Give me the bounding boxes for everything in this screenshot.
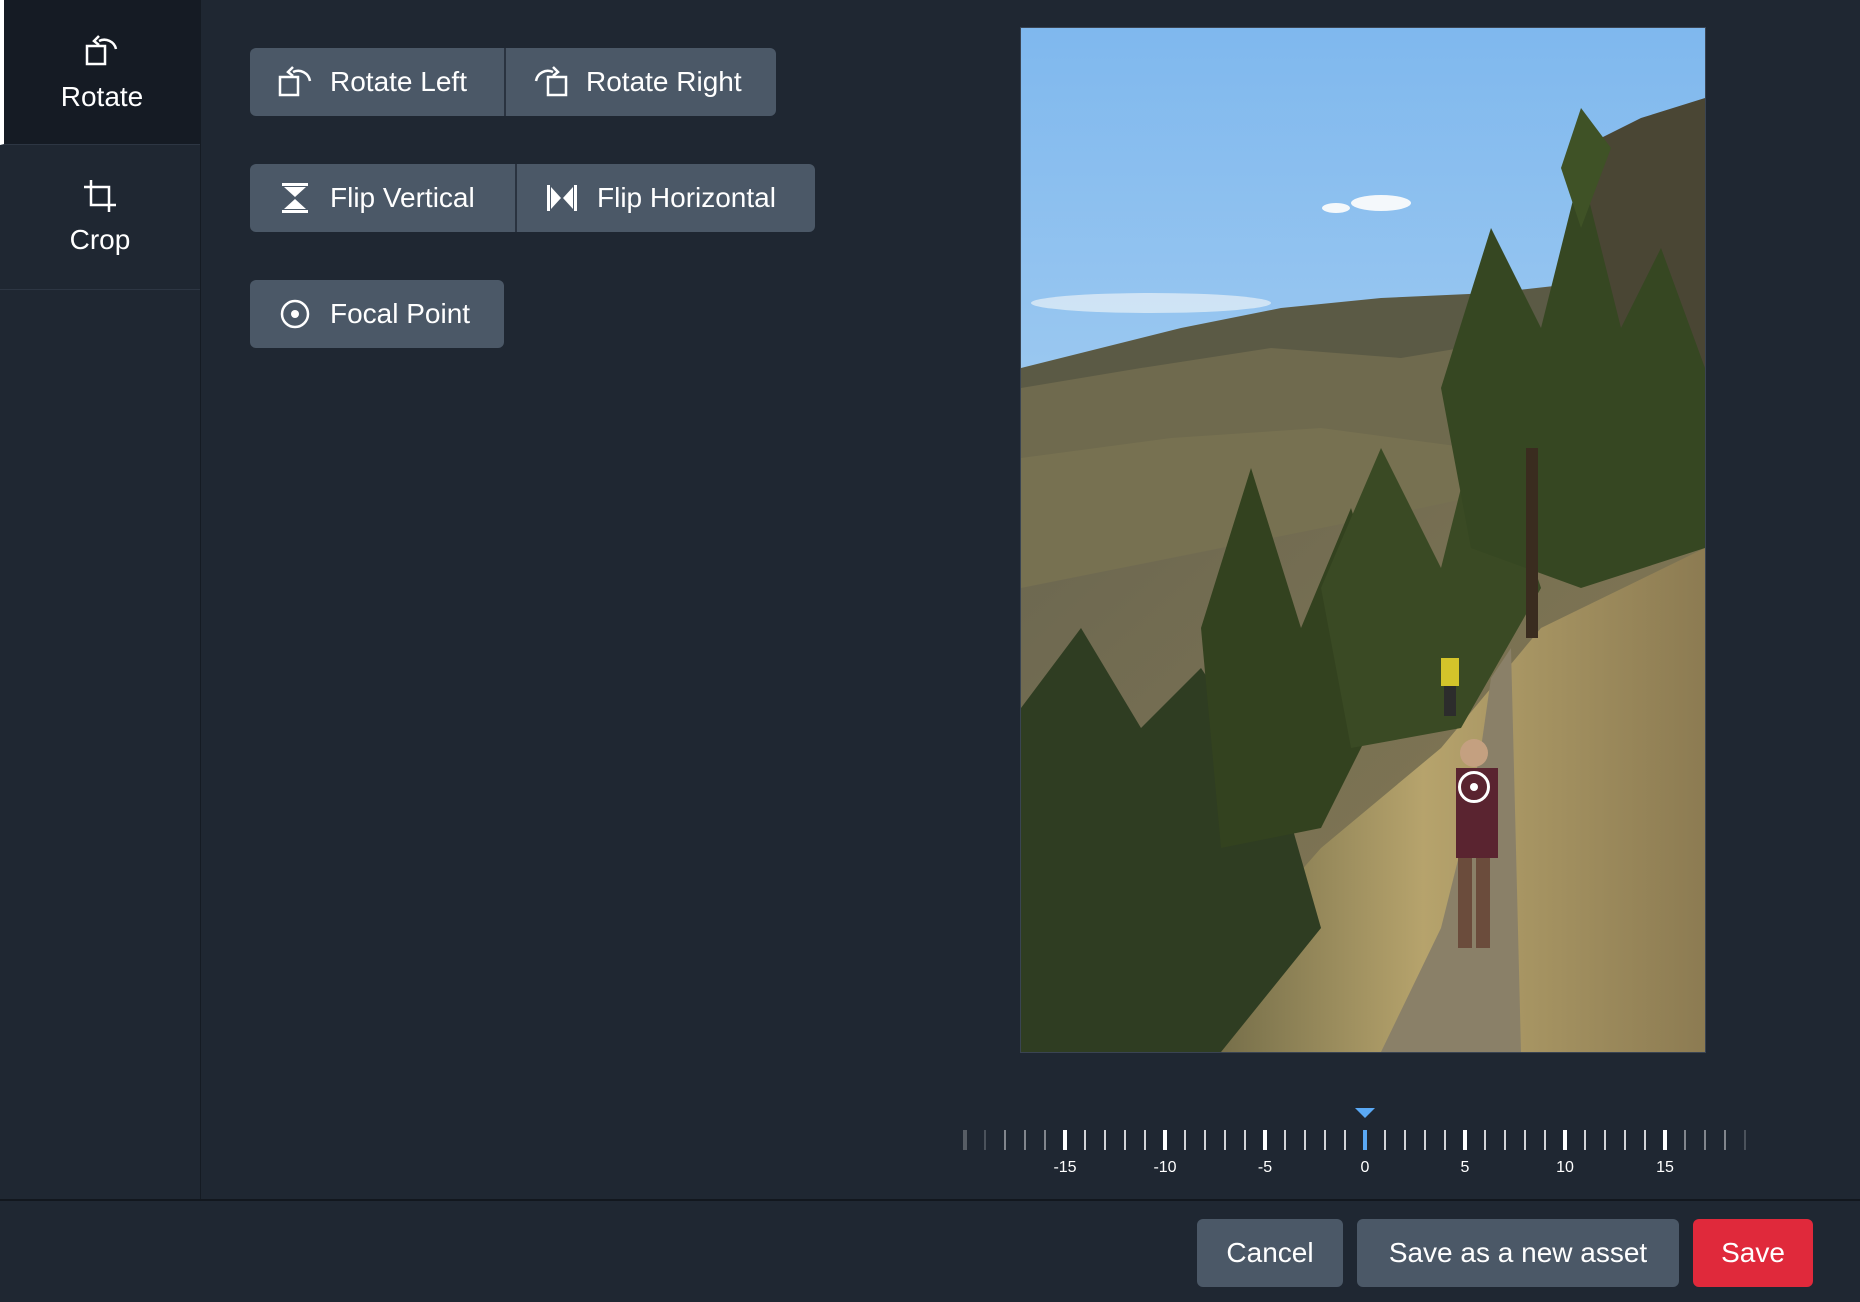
ruler-tick xyxy=(1024,1130,1026,1150)
rotate-right-button[interactable]: Rotate Right xyxy=(504,48,776,116)
ruler-tick xyxy=(1044,1130,1046,1150)
ruler-tick xyxy=(1684,1130,1686,1150)
ruler-tick xyxy=(1744,1130,1746,1150)
focal-point-button[interactable]: Focal Point xyxy=(250,280,504,348)
rotate-left-label: Rotate Left xyxy=(330,66,467,97)
sidebar-item-label: Crop xyxy=(69,224,131,255)
ruler-tick xyxy=(1144,1130,1146,1150)
flip-horizontal-button[interactable]: Flip Horizontal xyxy=(515,164,815,232)
sidebar: Rotate Crop xyxy=(0,0,201,1199)
flip-horizontal-icon xyxy=(545,181,579,215)
focal-point-label: Focal Point xyxy=(330,298,471,329)
ruler-label: 10 xyxy=(1556,1159,1574,1176)
crop-icon xyxy=(82,178,118,214)
ruler-tick xyxy=(1463,1130,1467,1150)
ruler-tick xyxy=(1063,1130,1067,1150)
ruler-label: 15 xyxy=(1656,1159,1674,1176)
ruler-tick xyxy=(1284,1130,1286,1150)
ruler-tick xyxy=(1163,1130,1167,1150)
ruler-tick xyxy=(1724,1130,1726,1150)
flip-vertical-icon xyxy=(278,181,312,215)
rotate-left-button[interactable]: Rotate Left xyxy=(250,48,504,116)
ruler-tick xyxy=(963,1130,967,1150)
ruler-tick xyxy=(1324,1130,1326,1150)
ruler-tick xyxy=(1404,1130,1406,1150)
ruler-tick xyxy=(1704,1130,1706,1150)
ruler-tick xyxy=(1004,1130,1006,1150)
focal-button-group: Focal Point xyxy=(250,280,504,348)
save-button[interactable]: Save xyxy=(1693,1219,1813,1287)
ruler-tick xyxy=(1384,1130,1386,1150)
sidebar-item-rotate[interactable]: Rotate xyxy=(0,0,200,145)
ruler-label: -15 xyxy=(1053,1159,1076,1176)
sidebar-item-crop[interactable]: Crop xyxy=(0,145,200,290)
ruler-tick xyxy=(1084,1130,1086,1150)
ruler-tick xyxy=(1124,1130,1126,1150)
ruler-label: 0 xyxy=(1361,1159,1370,1176)
rotate-icon xyxy=(82,31,122,71)
ruler-tick xyxy=(1363,1130,1367,1150)
ruler-tick xyxy=(1304,1130,1306,1150)
ruler-tick xyxy=(1224,1130,1226,1150)
sidebar-item-label: Rotate xyxy=(60,81,144,112)
rotate-right-icon xyxy=(534,65,568,99)
cancel-button[interactable]: Cancel xyxy=(1197,1219,1343,1287)
ruler-tick xyxy=(1484,1130,1486,1150)
ruler-tick xyxy=(1644,1130,1646,1150)
focal-point-marker[interactable] xyxy=(1458,771,1490,803)
rotate-right-label: Rotate Right xyxy=(586,66,742,97)
ruler-tick xyxy=(1663,1130,1667,1150)
flip-horizontal-label: Flip Horizontal xyxy=(597,182,776,213)
ruler-label: 5 xyxy=(1461,1159,1470,1176)
ruler-tick xyxy=(1563,1130,1567,1150)
ruler-tick xyxy=(1604,1130,1606,1150)
ruler-pointer-icon xyxy=(1355,1108,1375,1118)
ruler-tick xyxy=(1584,1130,1586,1150)
flip-vertical-label: Flip Vertical xyxy=(330,182,475,213)
ruler-tick xyxy=(984,1130,986,1150)
rotation-ruler[interactable]: -15 -10 -5 0 5 10 15 xyxy=(960,1100,1767,1180)
ruler-tick xyxy=(1184,1130,1186,1150)
landscape-photo xyxy=(1021,28,1705,1052)
ruler-tick xyxy=(1624,1130,1626,1150)
flip-vertical-button[interactable]: Flip Vertical xyxy=(250,164,515,232)
save-as-new-asset-button[interactable]: Save as a new asset xyxy=(1357,1219,1679,1287)
ruler-tick xyxy=(1344,1130,1346,1150)
ruler-tick xyxy=(1104,1130,1106,1150)
ruler-label: -10 xyxy=(1153,1159,1176,1176)
ruler-tick xyxy=(1424,1130,1426,1150)
ruler-tick xyxy=(1544,1130,1546,1150)
ruler-tick xyxy=(1204,1130,1206,1150)
ruler-label: -5 xyxy=(1258,1159,1272,1176)
footer: Cancel Save as a new asset Save xyxy=(0,1199,1860,1302)
ruler-tick xyxy=(1524,1130,1526,1150)
rotate-left-icon xyxy=(278,65,312,99)
focal-point-icon xyxy=(278,297,312,331)
ruler-tick xyxy=(1504,1130,1506,1150)
ruler-tick xyxy=(1263,1130,1267,1150)
rotate-button-group: Rotate Left Rotate Right xyxy=(250,48,776,116)
image-preview xyxy=(1020,27,1706,1053)
flip-button-group: Flip Vertical Flip Horizontal xyxy=(250,164,815,232)
ruler-tick xyxy=(1244,1130,1246,1150)
ruler-tick xyxy=(1444,1130,1446,1150)
